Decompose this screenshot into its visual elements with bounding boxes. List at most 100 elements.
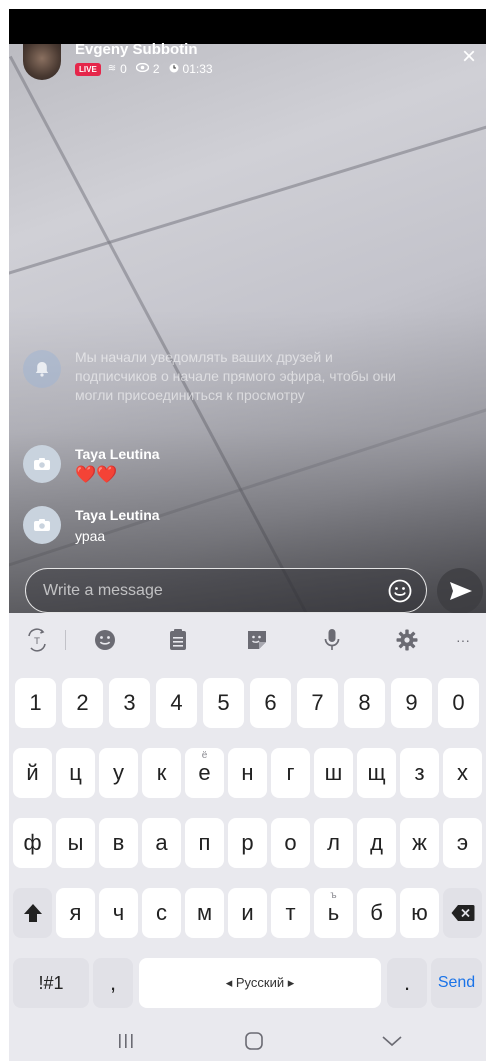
keyboard: T ··· 1 2 3 4 5 6 7 8 9 0 й ц у к ё е н … xyxy=(9,613,486,1061)
key-г[interactable]: г xyxy=(271,748,310,798)
close-button[interactable]: × xyxy=(457,45,481,69)
home-icon xyxy=(245,1032,263,1050)
viewers-count: 2 xyxy=(152,62,160,76)
key-п[interactable]: п xyxy=(185,818,224,868)
key-0[interactable]: 0 xyxy=(438,678,479,728)
key-ю[interactable]: ю xyxy=(400,888,439,938)
key-р[interactable]: р xyxy=(228,818,267,868)
key-7[interactable]: 7 xyxy=(297,678,338,728)
camera-icon xyxy=(34,519,50,531)
message-input[interactable]: Write a message xyxy=(25,568,427,613)
key-т[interactable]: т xyxy=(271,888,310,938)
recent-apps-icon xyxy=(119,1034,133,1048)
key-с[interactable]: с xyxy=(142,888,181,938)
key-1[interactable]: 1 xyxy=(15,678,56,728)
status-bar xyxy=(9,9,486,44)
streamer-name[interactable]: Evgeny Subbotin xyxy=(75,42,198,58)
key-ц[interactable]: ц xyxy=(56,748,95,798)
message-placeholder: Write a message xyxy=(43,582,163,599)
key-й[interactable]: й xyxy=(13,748,52,798)
live-video: Evgeny Subbotin LIVE ≋ 0 2 01:33 × Мы на… xyxy=(9,9,486,613)
shift-key[interactable] xyxy=(13,888,52,938)
key-я[interactable]: я xyxy=(56,888,95,938)
clipboard-icon[interactable] xyxy=(164,626,192,654)
emoji-button[interactable] xyxy=(388,579,412,603)
coins-count: 0 xyxy=(120,62,127,76)
key-э[interactable]: э xyxy=(443,818,482,868)
toolbar-divider xyxy=(65,630,66,650)
key-щ[interactable]: щ xyxy=(357,748,396,798)
key-в[interactable]: в xyxy=(99,818,138,868)
live-stats: LIVE ≋ 0 2 01:33 xyxy=(75,61,222,77)
backspace-key[interactable] xyxy=(443,888,482,938)
symbols-key[interactable]: !#1 xyxy=(13,958,89,1008)
key-з[interactable]: з xyxy=(400,748,439,798)
comment-author[interactable]: Taya Leutina xyxy=(75,507,160,523)
key-ы[interactable]: ы xyxy=(56,818,95,868)
send-message-button[interactable] xyxy=(437,568,483,613)
key-8[interactable]: 8 xyxy=(344,678,385,728)
key-к[interactable]: к xyxy=(142,748,181,798)
system-nav-bar xyxy=(9,1019,486,1061)
key-3[interactable]: 3 xyxy=(109,678,150,728)
key-ш[interactable]: ш xyxy=(314,748,353,798)
key-ч[interactable]: ч xyxy=(99,888,138,938)
live-badge: LIVE xyxy=(75,62,101,76)
bottom-row: !#1 , ◂ Русский ▸ . Send xyxy=(9,958,486,1008)
microphone-icon[interactable] xyxy=(318,626,346,654)
key-ф[interactable]: ф xyxy=(13,818,52,868)
smiley-icon xyxy=(388,579,412,603)
clock-icon xyxy=(169,63,179,76)
key-6[interactable]: 6 xyxy=(250,678,291,728)
key-и[interactable]: и xyxy=(228,888,267,938)
commenter-avatar[interactable] xyxy=(23,506,61,544)
key-м[interactable]: м xyxy=(185,888,224,938)
sticker-icon[interactable] xyxy=(243,626,271,654)
key-л[interactable]: л xyxy=(314,818,353,868)
keyboard-toolbar: T ··· xyxy=(9,613,486,667)
backspace-icon xyxy=(451,905,474,921)
key-у[interactable]: у xyxy=(99,748,138,798)
key-ь-label: ь xyxy=(327,900,340,925)
comment-author[interactable]: Taya Leutina xyxy=(75,446,160,462)
chevron-down-icon xyxy=(382,1036,402,1047)
key-ь[interactable]: ъ ь xyxy=(314,888,353,938)
stream-notice: Мы начали уведомлять ваших друзей и подп… xyxy=(75,349,396,403)
home-button[interactable] xyxy=(244,1031,264,1051)
space-key[interactable]: ◂ Русский ▸ xyxy=(139,958,381,1008)
letter-row-2: ф ы в а п р о л д ж э xyxy=(9,818,486,868)
key-ж[interactable]: ж xyxy=(400,818,439,868)
key-а[interactable]: а xyxy=(142,818,181,868)
comment-text: ураа xyxy=(75,528,106,544)
key-5[interactable]: 5 xyxy=(203,678,244,728)
translate-icon[interactable]: T xyxy=(23,626,51,654)
letter-row-3: я ч с м и т ъ ь б ю xyxy=(9,888,486,938)
key-н[interactable]: н xyxy=(228,748,267,798)
recent-apps-button[interactable] xyxy=(114,1032,138,1050)
emoji-icon[interactable] xyxy=(91,626,119,654)
key-х[interactable]: х xyxy=(443,748,482,798)
coins-icon: ≋ xyxy=(107,63,117,74)
period-key[interactable]: . xyxy=(387,958,427,1008)
key-4[interactable]: 4 xyxy=(156,678,197,728)
letter-row-1: й ц у к ё е н г ш щ з х xyxy=(9,748,486,798)
more-options-icon[interactable]: ··· xyxy=(449,626,477,654)
bell-icon xyxy=(35,362,49,377)
key-б[interactable]: б xyxy=(357,888,396,938)
send-key[interactable]: Send xyxy=(431,958,482,1008)
key-о[interactable]: о xyxy=(271,818,310,868)
number-row: 1 2 3 4 5 6 7 8 9 0 xyxy=(9,678,486,728)
key-е[interactable]: ё е xyxy=(185,748,224,798)
comma-key[interactable]: , xyxy=(93,958,133,1008)
key-9[interactable]: 9 xyxy=(391,678,432,728)
key-д[interactable]: д xyxy=(357,818,396,868)
stream-duration: 01:33 xyxy=(182,62,213,76)
paper-plane-icon xyxy=(450,582,472,600)
commenter-avatar[interactable] xyxy=(23,445,61,483)
settings-gear-icon[interactable] xyxy=(393,626,421,654)
comment-text: ❤️❤️ xyxy=(75,465,118,484)
streamer-avatar[interactable] xyxy=(23,44,61,80)
hide-keyboard-button[interactable] xyxy=(381,1034,403,1048)
key-2[interactable]: 2 xyxy=(62,678,103,728)
camera-icon xyxy=(34,458,50,470)
